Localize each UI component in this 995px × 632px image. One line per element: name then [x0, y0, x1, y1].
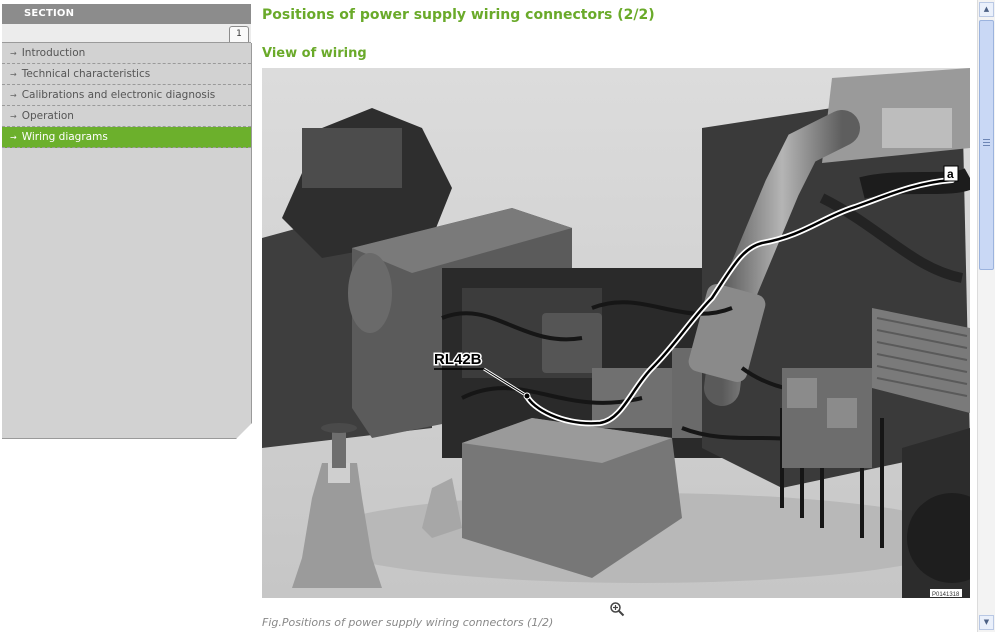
arrow-right-icon: →	[10, 133, 17, 142]
nav-item-label: Calibrations and electronic diagnosis	[21, 89, 216, 101]
marker-label-a: a	[943, 165, 959, 182]
nav-item-label: Wiring diagrams	[21, 131, 108, 143]
scroll-up-button[interactable]: ▲	[979, 2, 994, 17]
wiring-photo: RL42B RL42B a P0141318	[262, 68, 970, 598]
section-header: SECTION	[2, 4, 251, 24]
arrow-right-icon: →	[10, 49, 17, 58]
svg-text:RL42B: RL42B	[434, 351, 482, 368]
nav-item-calibrations-diagnosis[interactable]: → Calibrations and electronic diagnosis	[2, 85, 251, 106]
figure-code: P0141318	[932, 592, 960, 598]
section-sidebar: SECTION 1 → Introduction → Technical chara…	[0, 0, 252, 632]
arrow-right-icon: →	[10, 91, 17, 100]
arrow-right-icon: →	[10, 112, 17, 121]
arrow-right-icon: →	[10, 70, 17, 79]
section-tab-1[interactable]: 1	[229, 26, 249, 42]
section-nav-list: → Introduction → Technical characteristics…	[2, 43, 252, 439]
nav-item-wiring-diagrams[interactable]: → Wiring diagrams	[2, 127, 251, 148]
scroll-down-button[interactable]: ▼	[979, 615, 994, 630]
figure-caption: Fig.Positions of power supply wiring con…	[262, 616, 554, 629]
nav-item-operation[interactable]: → Operation	[2, 106, 251, 127]
nav-item-technical-characteristics[interactable]: → Technical characteristics	[2, 64, 251, 85]
svg-text:a: a	[947, 167, 954, 181]
section-tab-bar: 1	[2, 24, 251, 43]
wiring-photo-illustration: RL42B RL42B a P0141318	[262, 68, 970, 598]
nav-item-label: Operation	[21, 110, 74, 122]
content-area: Positions of power supply wiring connect…	[252, 0, 977, 632]
nav-item-label: Introduction	[21, 47, 86, 59]
zoom-in-icon[interactable]	[609, 601, 625, 617]
vertical-scrollbar[interactable]: ▲ ▼	[977, 0, 995, 632]
scrollbar-thumb[interactable]	[979, 20, 994, 270]
nav-item-label: Technical characteristics	[21, 68, 151, 80]
figure-heading: View of wiring	[262, 46, 367, 61]
nav-item-introduction[interactable]: → Introduction	[2, 43, 251, 64]
scrollbar-grip-icon	[983, 139, 990, 148]
page-title: Positions of power supply wiring connect…	[262, 7, 655, 23]
section-title: SECTION	[24, 8, 75, 19]
